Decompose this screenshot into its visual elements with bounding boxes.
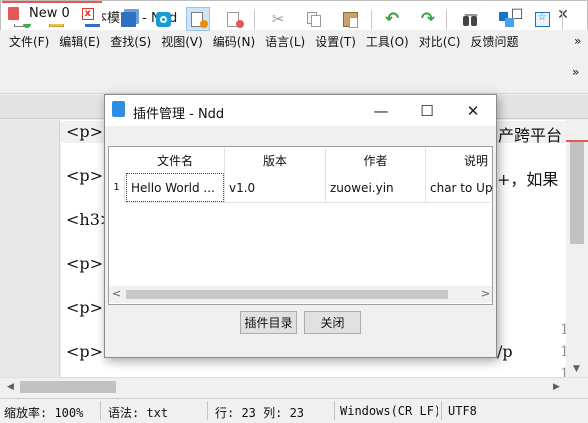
menu-file[interactable]: 文件(F) <box>4 30 54 54</box>
cut-icon[interactable]: ✂ <box>266 7 290 31</box>
toolbar-separator <box>254 10 255 30</box>
code-line: <p> <box>66 254 104 273</box>
undo-icon[interactable]: ↶ <box>380 7 404 31</box>
scroll-left-arrow-icon[interactable]: ◀ <box>7 382 14 392</box>
toolbar-separator <box>562 10 563 30</box>
menu-find[interactable]: 查找(S) <box>105 30 156 54</box>
code-fragment: /p <box>497 342 513 361</box>
file-icon <box>8 7 19 20</box>
menu-feedback[interactable]: 反馈问题 <box>465 30 523 54</box>
code-line: <p> <box>66 342 104 361</box>
code-line: <p> <box>66 122 104 141</box>
menu-compare[interactable]: 对比(C) <box>414 30 466 54</box>
table-scroll-left-icon[interactable]: < <box>112 287 121 300</box>
table-scroll-right-icon[interactable]: > <box>481 287 490 300</box>
menu-overflow-button[interactable]: » <box>574 34 581 48</box>
zoom-status: 缩放率: 100% <box>4 406 84 420</box>
cell-description[interactable]: char to Upp <box>426 173 492 202</box>
paste-icon[interactable] <box>338 7 362 31</box>
line-ending-status: Windows(CR LF) <box>340 404 438 418</box>
redo-icon[interactable]: ↷ <box>416 7 440 31</box>
row-number: 1 <box>109 173 125 202</box>
tab-label: New 0 <box>29 6 70 21</box>
status-separator <box>100 401 101 420</box>
menu-encoding[interactable]: 编码(N) <box>208 30 260 54</box>
cell-version[interactable]: v1.0 <box>225 173 325 202</box>
horizontal-scroll-thumb[interactable] <box>20 381 116 393</box>
column-header-filename[interactable]: 文件名 <box>126 148 224 173</box>
dialog-app-icon <box>112 101 125 117</box>
cell-filename[interactable]: Hello World ... <box>126 173 224 202</box>
code-fragment: +，如果 <box>497 170 559 189</box>
scroll-down-arrow-icon[interactable]: ▼ <box>573 364 580 374</box>
column-header-description[interactable]: 说明 <box>426 148 492 173</box>
binoculars-icon[interactable] <box>458 7 482 31</box>
encoding-status: UTF8 <box>448 404 477 418</box>
menu-bar: 文件(F) 编辑(E) 查找(S) 视图(V) 编码(N) 语言(L) 设置(T… <box>0 30 588 54</box>
line-number-gutter <box>0 120 60 377</box>
code-line: <p> <box>66 298 104 317</box>
column-header-author[interactable]: 作者 <box>326 148 425 173</box>
dialog-title: 插件管理 - Ndd <box>133 107 225 122</box>
save-all-icon[interactable] <box>116 7 140 31</box>
menu-settings[interactable]: 设置(T) <box>310 30 361 54</box>
code-line: <p> <box>66 166 104 185</box>
menu-language[interactable]: 语言(L) <box>260 30 310 54</box>
status-separator <box>207 401 208 420</box>
tab-close-icon[interactable]: x <box>81 7 94 20</box>
toolbar-separator <box>446 10 447 30</box>
cell-author[interactable]: zuowei.yin <box>326 173 425 202</box>
close-all-icon[interactable] <box>222 7 246 31</box>
copy-icon[interactable] <box>302 7 326 31</box>
toolbar-overflow-button[interactable]: » <box>572 65 579 79</box>
reload-icon[interactable] <box>151 7 175 31</box>
plugin-directory-button[interactable]: 插件目录 <box>240 311 297 334</box>
status-separator <box>334 401 335 420</box>
dialog-close-action-button[interactable]: 关闭 <box>304 311 361 334</box>
table-scroll-thumb[interactable] <box>126 290 448 299</box>
cursor-position-status: 行: 23 列: 23 <box>215 406 305 420</box>
dialog-minimize-button[interactable]: — <box>358 95 404 126</box>
menu-edit[interactable]: 编辑(E) <box>54 30 105 54</box>
dialog-close-button[interactable]: ✕ <box>450 95 496 126</box>
scroll-right-arrow-icon[interactable]: ▶ <box>553 382 560 392</box>
code-fragment: 产跨平台 <box>498 126 563 145</box>
bookmark-icon[interactable]: ☆ <box>530 7 554 31</box>
row-divider <box>126 202 491 203</box>
translate-icon[interactable] <box>494 7 518 31</box>
toolbar-separator <box>371 10 372 30</box>
dialog-maximize-button[interactable]: ☐ <box>404 95 450 126</box>
tab-new-0[interactable]: New 0 x <box>2 1 102 24</box>
menu-view[interactable]: 视图(V) <box>156 30 208 54</box>
menu-tools[interactable]: 工具(O) <box>361 30 414 54</box>
close-file-icon[interactable] <box>186 7 210 31</box>
syntax-status: 语法: txt <box>108 406 169 420</box>
column-header-version[interactable]: 版本 <box>225 148 325 173</box>
toolbar <box>0 54 588 94</box>
vertical-scroll-thumb[interactable] <box>570 142 584 244</box>
status-separator <box>441 401 442 420</box>
